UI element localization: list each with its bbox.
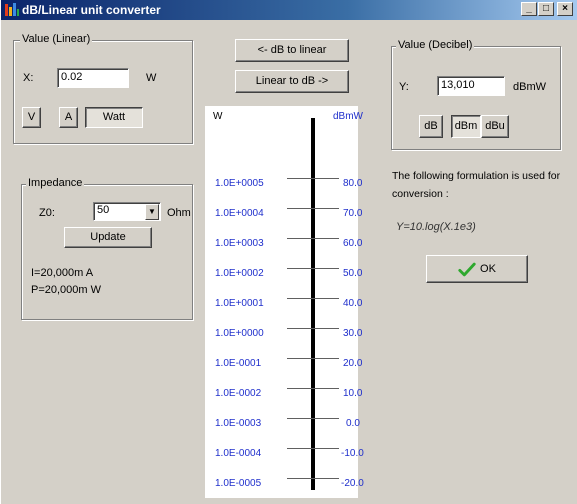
scale-left-label: 1.0E+0002: [215, 268, 264, 279]
scale-right-label: 60.0: [343, 238, 363, 249]
z0-label: Z0:: [39, 207, 55, 219]
y-value-input[interactable]: 13,010: [437, 76, 505, 96]
x-unit-label: W: [146, 72, 157, 84]
current-readout: I=20,000m A: [31, 267, 94, 279]
scale-left-label: 1.0E-0001: [215, 358, 262, 369]
chevron-down-icon[interactable]: ▼: [145, 204, 159, 220]
impedance-group-legend: Impedance: [26, 177, 85, 189]
power-readout: P=20,000m W: [31, 284, 102, 296]
x-label: X:: [23, 72, 34, 84]
scale-right-label: -20.0: [341, 478, 364, 489]
z0-select[interactable]: 50 ▼: [93, 202, 161, 221]
linear-value-group: Value (Linear): [13, 33, 193, 144]
minimize-button[interactable]: _: [521, 2, 537, 16]
info-text-line2: conversion :: [392, 188, 449, 200]
y-unit-label: dBmW: [513, 81, 546, 93]
scale-tick: [287, 328, 339, 329]
checkmark-icon: [458, 262, 476, 276]
ok-button[interactable]: OK: [426, 255, 528, 283]
scale-left-label: 1.0E+0003: [215, 238, 264, 249]
scale-tick: [287, 238, 339, 239]
linear-group-legend: Value (Linear): [20, 33, 93, 45]
scale-right-label: 80.0: [343, 178, 363, 189]
linear-to-db-button[interactable]: Linear to dB ->: [235, 70, 349, 93]
scale-left-label: 1.0E+0005: [215, 178, 264, 189]
scale-right-label: 50.0: [343, 268, 363, 279]
unit-watt-button[interactable]: Watt: [85, 107, 143, 128]
scale-left-label: 1.0E+0000: [215, 328, 264, 339]
scale-tick: [287, 388, 339, 389]
app-icon: [5, 3, 19, 16]
unit-a-button[interactable]: A: [59, 107, 78, 128]
scale-left-label: 1.0E+0001: [215, 298, 264, 309]
scale-tick: [287, 178, 339, 179]
window-title: dB/Linear unit converter: [22, 3, 161, 17]
converter-window: dB/Linear unit converter _ □ × Value (Li…: [0, 0, 577, 504]
scale-tick: [287, 358, 339, 359]
scale-right-label: 30.0: [343, 328, 363, 339]
scale-left-label: 1.0E-0003: [215, 418, 262, 429]
scale-left-label: 1.0E-0004: [215, 448, 262, 459]
unit-db-button[interactable]: dB: [419, 115, 443, 138]
close-button[interactable]: ×: [557, 2, 573, 16]
unit-dbm-button[interactable]: dBm: [451, 115, 481, 138]
scale-right-label: 0.0: [346, 418, 360, 429]
scale-right-label: 10.0: [343, 388, 363, 399]
conversion-scale: W dBmW 1.0E+0005 1.0E+0004 1.0E+0003 1.0…: [205, 106, 364, 498]
db-to-linear-button[interactable]: <- dB to linear: [235, 39, 349, 62]
maximize-button[interactable]: □: [538, 2, 554, 16]
scale-tick: [287, 208, 339, 209]
scale-tick: [287, 478, 339, 479]
x-value-input[interactable]: 0.02: [57, 68, 129, 88]
ok-label: OK: [480, 263, 496, 276]
scale-tick: [287, 298, 339, 299]
scale-axis-bar: [311, 118, 315, 490]
scale-left-label: 1.0E-0002: [215, 388, 262, 399]
scale-right-header: dBmW: [333, 111, 363, 122]
z0-unit-label: Ohm: [167, 207, 191, 219]
scale-left-label: 1.0E+0004: [215, 208, 264, 219]
scale-right-label: 40.0: [343, 298, 363, 309]
unit-dbu-button[interactable]: dBu: [481, 115, 509, 138]
conversion-formula: Y=10.log(X.1e3): [396, 221, 476, 233]
scale-tick: [287, 418, 339, 419]
scale-tick: [287, 448, 339, 449]
scale-tick: [287, 268, 339, 269]
scale-left-label: 1.0E-0005: [215, 478, 262, 489]
info-text-line1: The following formulation is used for: [392, 170, 561, 182]
unit-v-button[interactable]: V: [22, 107, 41, 128]
scale-right-label: -10.0: [341, 448, 364, 459]
z0-value: 50: [97, 204, 110, 216]
title-bar: dB/Linear unit converter _ □ ×: [1, 0, 577, 20]
update-button[interactable]: Update: [64, 227, 152, 248]
scale-left-header: W: [213, 111, 223, 122]
scale-right-label: 70.0: [343, 208, 363, 219]
scale-right-label: 20.0: [343, 358, 363, 369]
decibel-group-legend: Value (Decibel): [396, 39, 475, 51]
y-label: Y:: [399, 81, 409, 93]
